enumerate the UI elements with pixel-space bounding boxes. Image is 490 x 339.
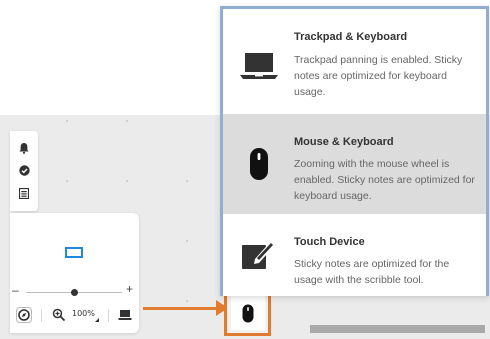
compass-icon[interactable] (16, 307, 32, 323)
menu-option-description: Zooming with the mouse wheel is enabled.… (294, 158, 475, 202)
menu-option-touch-device[interactable]: Touch Device Sticky notes are optimized … (223, 214, 486, 296)
list-icon[interactable] (17, 187, 31, 201)
pen-edit-icon (239, 234, 279, 274)
mouse-icon (239, 144, 279, 184)
minimap-viewport[interactable] (65, 247, 83, 258)
toolbar-divider (108, 309, 109, 322)
menu-option-description: Trackpad panning is enabled. Sticky note… (294, 54, 463, 98)
callout-arrow-line (143, 307, 219, 310)
mouse-icon (230, 296, 265, 330)
bell-icon[interactable] (17, 141, 31, 155)
toolbar-divider (41, 309, 42, 322)
menu-option-title: Trackpad & Keyboard (294, 31, 408, 43)
navigator-toolbar: 100% (10, 305, 139, 327)
menu-option-description: Sticky notes are optimized for the usage… (294, 258, 450, 286)
check-circle-icon[interactable] (17, 164, 31, 178)
zoom-dropdown-corner-icon (95, 318, 99, 322)
laptop-icon (239, 46, 279, 86)
menu-option-title: Touch Device (294, 236, 365, 248)
zoom-out-button[interactable]: – (12, 283, 19, 297)
horizontal-scrollbar[interactable] (310, 325, 485, 333)
zoom-slider-row: – + (10, 282, 139, 299)
laptop-icon[interactable] (118, 308, 132, 322)
menu-option-title: Mouse & Keyboard (294, 136, 394, 148)
left-toolbar (10, 131, 38, 211)
zoom-level-value[interactable]: 100% (72, 309, 95, 318)
interaction-mode-menu: Trackpad & Keyboard Trackpad panning is … (220, 6, 489, 296)
zoom-slider-thumb[interactable] (71, 289, 78, 296)
navigator-panel: – + 100% (10, 213, 139, 333)
menu-option-trackpad-keyboard[interactable]: Trackpad & Keyboard Trackpad panning is … (223, 9, 486, 114)
menu-option-mouse-keyboard[interactable]: Mouse & Keyboard Zooming with the mouse … (223, 114, 486, 214)
interaction-mode-button[interactable] (224, 290, 271, 336)
zoom-fit-icon[interactable] (52, 308, 66, 322)
zoom-in-button[interactable]: + (126, 282, 133, 296)
